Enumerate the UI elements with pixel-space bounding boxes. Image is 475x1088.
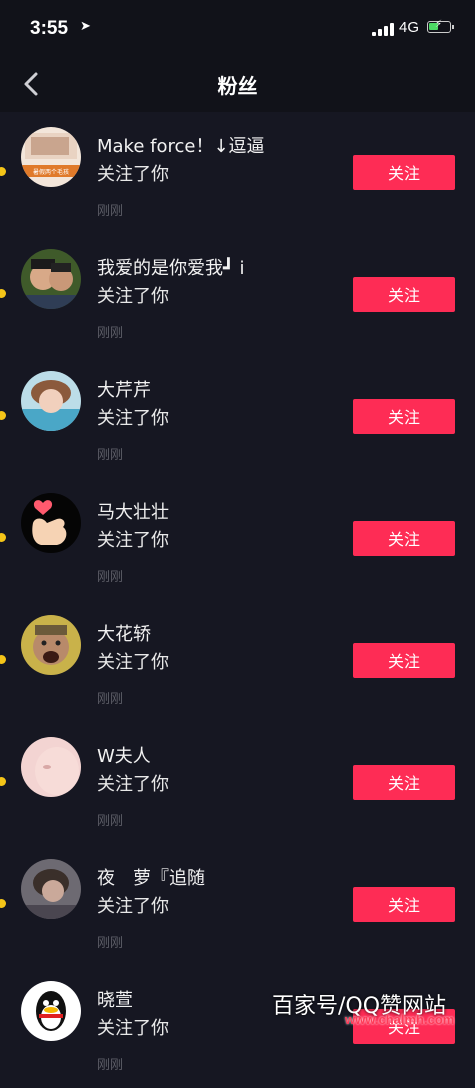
- follow-action-text: 关注了你: [97, 408, 169, 429]
- follower-row[interactable]: 晓萱 关注了你 刚刚 关注: [0, 966, 475, 1088]
- unread-dot: [0, 411, 6, 420]
- follow-action-text: 关注了你: [97, 164, 169, 185]
- timestamp: 刚刚: [97, 326, 124, 341]
- follow-action-text: 关注了你: [97, 286, 169, 307]
- status-bar: 3:55 ➤ 4G ⚡: [0, 0, 475, 56]
- follower-name[interactable]: 我爱的是你爱我┛ i: [97, 254, 245, 280]
- avatar[interactable]: [21, 249, 81, 309]
- timestamp: 刚刚: [97, 814, 124, 829]
- follow-back-button[interactable]: 关注: [353, 765, 455, 800]
- timestamp: 刚刚: [97, 570, 124, 585]
- follow-back-button[interactable]: 关注: [353, 521, 455, 556]
- follower-row[interactable]: 我爱的是你爱我┛ i 关注了你 刚刚 关注: [0, 234, 475, 356]
- follower-list: 暑假两个毛孩 Make force！↓逗逼 关注了你 刚刚 关注 我爱的是你爱我…: [0, 112, 475, 1073]
- follow-action-text: 关注了你: [97, 652, 169, 673]
- watermark-url: www.chalmh.com: [345, 1012, 455, 1027]
- status-time: 3:55: [30, 18, 69, 39]
- timestamp: 刚刚: [97, 204, 124, 219]
- unread-dot: [0, 777, 6, 786]
- follow-back-button[interactable]: 关注: [353, 399, 455, 434]
- follow-back-button[interactable]: 关注: [353, 277, 455, 312]
- avatar[interactable]: [21, 371, 81, 431]
- follower-name[interactable]: 夜 萝『追随: [97, 864, 205, 890]
- avatar[interactable]: [21, 615, 81, 675]
- follower-name[interactable]: W夫人: [97, 742, 151, 768]
- follower-row[interactable]: 夜 萝『追随 关注了你 刚刚 关注: [0, 844, 475, 966]
- follower-name[interactable]: 大芹芹: [97, 376, 151, 402]
- timestamp: 刚刚: [97, 936, 124, 951]
- avatar-caption: 暑假两个毛孩: [33, 168, 69, 176]
- avatar[interactable]: [21, 493, 81, 553]
- follower-row[interactable]: 马大壮壮 关注了你 刚刚 关注: [0, 478, 475, 600]
- location-arrow-icon: ➤: [80, 19, 91, 34]
- follow-back-button[interactable]: 关注: [353, 643, 455, 678]
- avatar[interactable]: [21, 981, 81, 1041]
- follow-back-button[interactable]: 关注: [353, 887, 455, 922]
- nav-bar: 粉丝: [0, 56, 475, 112]
- follow-action-text: 关注了你: [97, 896, 169, 917]
- unread-dot: [0, 533, 6, 542]
- unread-dot: [0, 899, 6, 908]
- unread-dot: [0, 655, 6, 664]
- avatar[interactable]: 暑假两个毛孩: [21, 127, 81, 187]
- follow-action-text: 关注了你: [97, 774, 169, 795]
- follower-name[interactable]: 马大壮壮: [97, 498, 169, 524]
- follow-back-button[interactable]: 关注: [353, 155, 455, 190]
- battery-icon: ⚡: [427, 19, 454, 33]
- follower-name[interactable]: 晓萱: [97, 986, 133, 1012]
- timestamp: 刚刚: [97, 692, 124, 707]
- timestamp: 刚刚: [97, 448, 124, 463]
- follow-action-text: 关注了你: [97, 530, 169, 551]
- follow-action-text: 关注了你: [97, 1018, 169, 1039]
- unread-dot: [0, 167, 6, 176]
- follower-row[interactable]: W夫人 关注了你 刚刚 关注: [0, 722, 475, 844]
- unread-dot: [0, 289, 6, 298]
- page-title: 粉丝: [217, 74, 258, 98]
- follower-row[interactable]: 大芹芹 关注了你 刚刚 关注: [0, 356, 475, 478]
- network-type: 4G: [399, 19, 420, 36]
- follower-name[interactable]: Make force！↓逗逼: [97, 132, 265, 158]
- timestamp: 刚刚: [97, 1058, 124, 1073]
- follower-name[interactable]: 大花轿: [97, 620, 151, 646]
- follower-row[interactable]: 大花轿 关注了你 刚刚 关注: [0, 600, 475, 722]
- avatar[interactable]: [21, 737, 81, 797]
- signal-strength-icon: [372, 22, 394, 36]
- avatar[interactable]: [21, 859, 81, 919]
- follower-row[interactable]: 暑假两个毛孩 Make force！↓逗逼 关注了你 刚刚 关注: [0, 112, 475, 234]
